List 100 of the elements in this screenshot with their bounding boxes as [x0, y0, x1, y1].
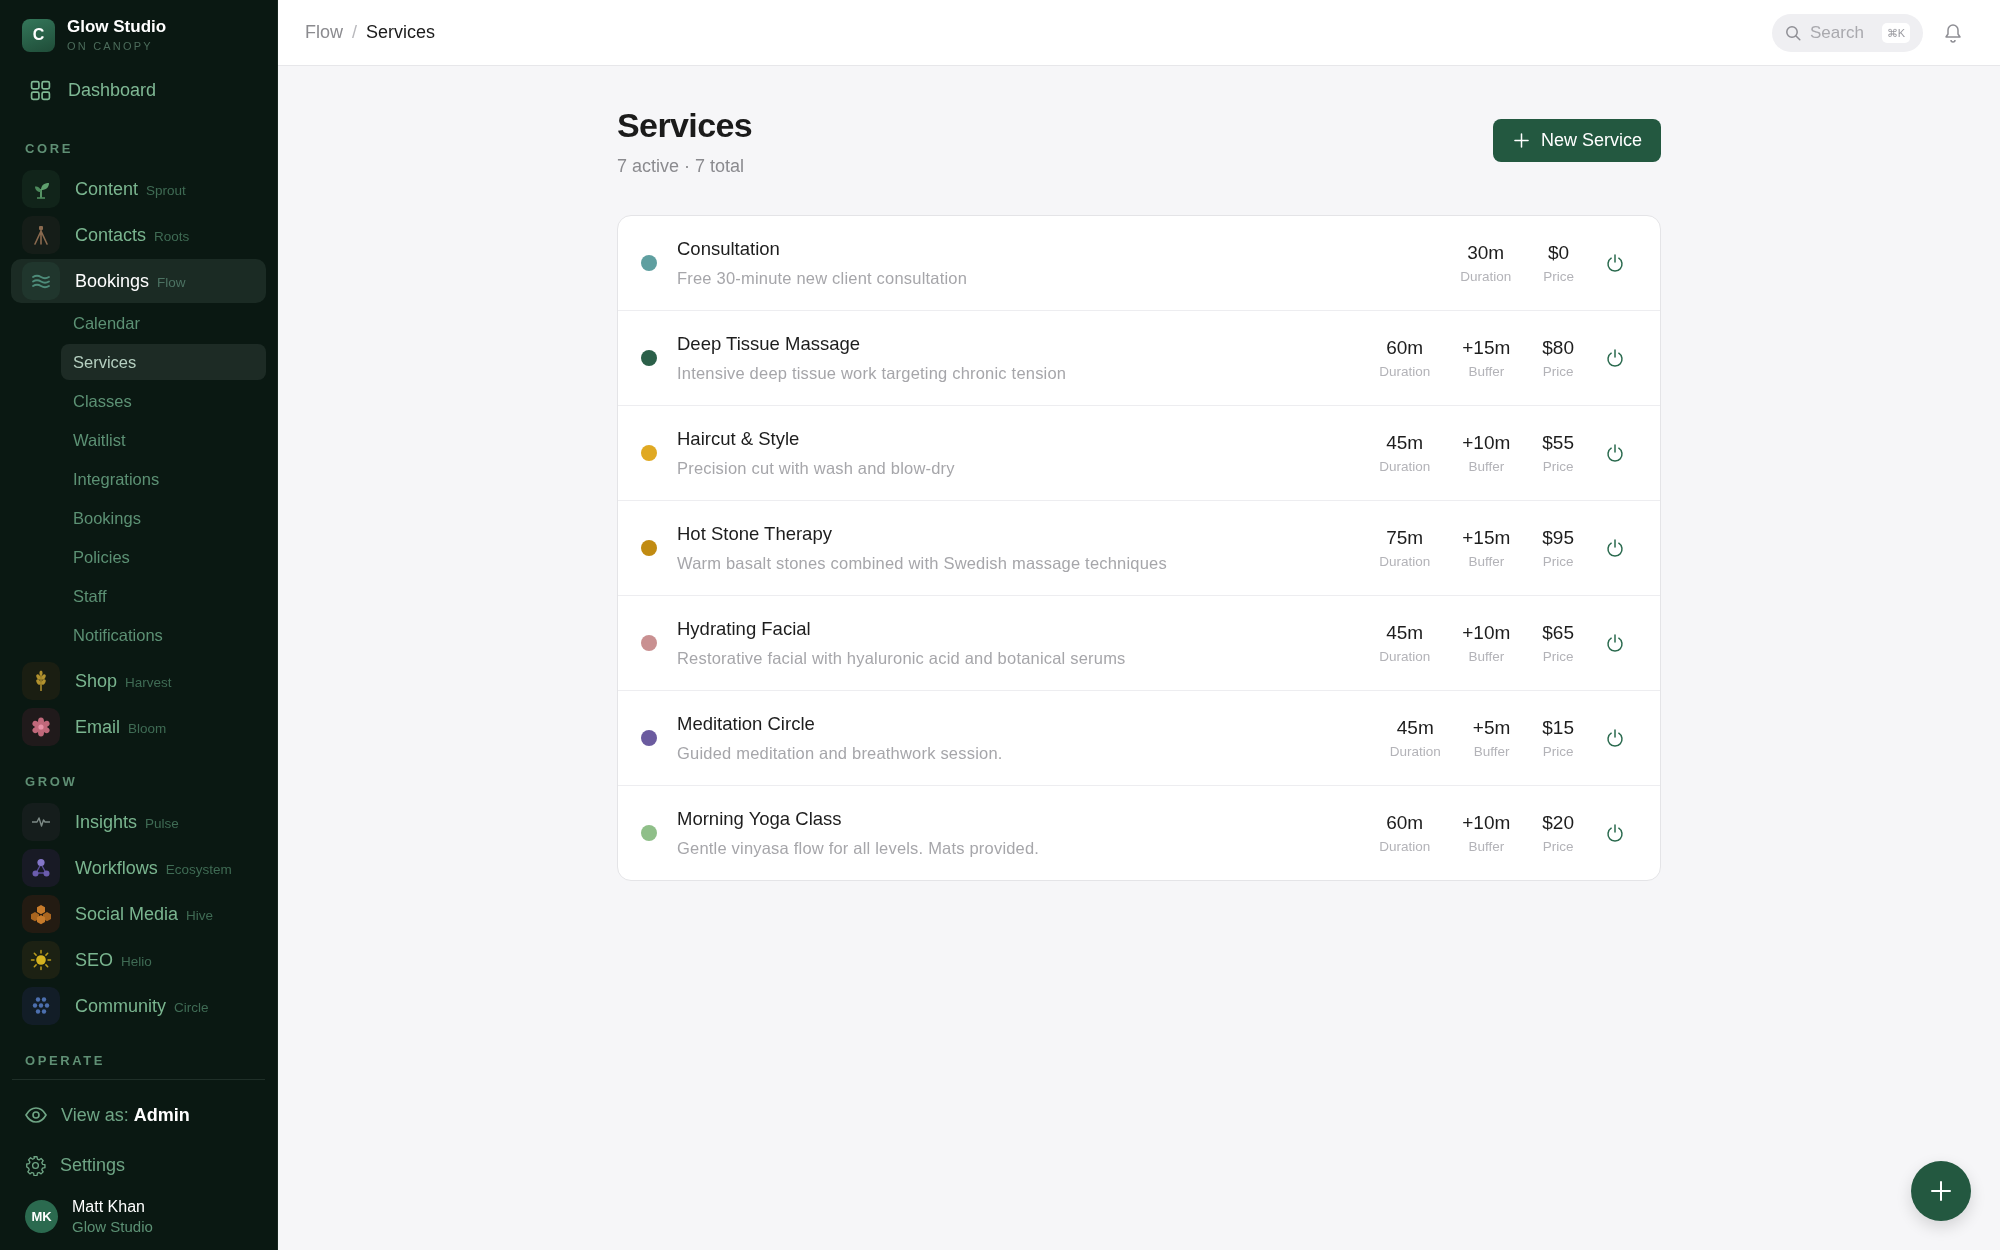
nav-subitem[interactable]: Staff [61, 578, 266, 614]
settings-link[interactable]: Settings [12, 1145, 134, 1185]
user-avatar: MK [25, 1200, 58, 1233]
nav-item[interactable]: SEO Helio [11, 938, 266, 982]
nav-subitem[interactable]: Bookings [61, 500, 266, 536]
stat-value: $65 [1542, 620, 1574, 645]
nav-item[interactable]: Content Sprout [11, 167, 266, 211]
stat-label: Buffer [1468, 552, 1505, 571]
stat-value: +15m [1462, 335, 1511, 360]
nav-item[interactable]: Community Circle [11, 984, 266, 1028]
nav-item[interactable]: Dashboard [11, 70, 266, 110]
nav-subitem[interactable]: Classes [61, 383, 266, 419]
stat-label: Duration [1379, 552, 1431, 571]
stat-label: Duration [1379, 457, 1431, 476]
stat-value: +10m [1462, 620, 1511, 645]
stat-value: $15 [1542, 715, 1574, 740]
breadcrumb-separator: / [352, 22, 358, 43]
stat-label: Duration [1460, 267, 1512, 286]
service-description: Restorative facial with hyaluronic acid and botanical serums [677, 648, 1127, 669]
eye-icon [25, 1107, 47, 1123]
service-description: Precision cut with wash and blow-dry [677, 458, 956, 479]
stat-value: +5m [1472, 715, 1511, 740]
stat-label: Buffer [1473, 742, 1510, 761]
power-icon[interactable] [1605, 823, 1625, 843]
power-icon[interactable] [1605, 538, 1625, 558]
stat-label: Price [1543, 267, 1574, 286]
service-name: Meditation Circle [677, 712, 816, 736]
people-dots-icon [22, 987, 60, 1025]
breadcrumb-current: Services [366, 22, 436, 43]
service-description: Guided meditation and breathwork session. [677, 743, 1004, 764]
service-name: Hydrating Facial [677, 617, 812, 641]
workspace-subtitle: ON CANOPY [67, 39, 154, 53]
nav-subitem[interactable]: Services [61, 344, 266, 380]
nav-item[interactable]: Social Media Hive [11, 892, 266, 936]
nav-item[interactable]: Email Bloom [11, 705, 266, 749]
new-service-button[interactable]: New Service [1492, 119, 1661, 162]
section-title: OPERATE [25, 1053, 106, 1069]
stat-label: Price [1542, 552, 1574, 571]
stat-value: $55 [1542, 430, 1574, 455]
stat-label: Price [1542, 742, 1574, 761]
stat-value: +15m [1462, 525, 1511, 550]
stat-label: Duration [1379, 837, 1431, 856]
bell-icon[interactable] [1944, 22, 1962, 43]
stat-value: +10m [1462, 430, 1511, 455]
stat-value: 30m [1467, 240, 1505, 265]
view-as-text: View as: Admin [61, 1104, 190, 1126]
plus-icon [1931, 1181, 1951, 1201]
wheat-icon [22, 662, 60, 700]
service-name: Hot Stone Therapy [677, 522, 833, 546]
user-name: Matt Khan [72, 1197, 146, 1217]
stat-label: Buffer [1468, 362, 1505, 381]
power-icon[interactable] [1605, 253, 1625, 273]
stat-value: 60m [1386, 335, 1424, 360]
stat-value: 45m [1386, 620, 1424, 645]
power-icon[interactable] [1605, 633, 1625, 653]
stat-value: $80 [1542, 335, 1574, 360]
service-description: Gentle vinyasa flow for all levels. Mats provided. [677, 838, 1041, 859]
flower-icon [22, 708, 60, 746]
nav-item[interactable]: Contacts Roots [11, 213, 266, 257]
search-icon [1785, 24, 1801, 41]
workspace-name: Glow Studio [67, 17, 167, 37]
stat-label: Duration [1389, 742, 1441, 761]
nav-item[interactable]: Shop Harvest [11, 659, 266, 703]
stat-label: Duration [1379, 362, 1431, 381]
waves-icon [22, 262, 60, 300]
stat-label: Price [1542, 647, 1574, 666]
stat-value: 45m [1386, 430, 1424, 455]
nav-subitem[interactable]: Waitlist [61, 422, 266, 458]
stat-label: Buffer [1468, 457, 1505, 476]
power-icon[interactable] [1605, 348, 1625, 368]
tripod-icon [22, 216, 60, 254]
nav-subitem[interactable]: Notifications [61, 617, 266, 653]
sun-icon [22, 941, 60, 979]
service-name: Morning Yoga Class [677, 807, 843, 831]
nodes-icon [22, 849, 60, 887]
add-button[interactable] [1911, 1161, 1971, 1221]
service-description: Intensive deep tissue work targeting chronic tension [677, 363, 1068, 384]
nav-item[interactable]: Workflows Ecosystem [11, 846, 266, 890]
power-icon[interactable] [1605, 728, 1625, 748]
nav-item[interactable]: Bookings Flow [11, 259, 266, 303]
stat-value: $20 [1542, 810, 1574, 835]
nav-subitem[interactable]: Policies [61, 539, 266, 575]
power-icon[interactable] [1605, 443, 1625, 463]
stat-value: $95 [1542, 525, 1574, 550]
grid-icon [30, 79, 51, 101]
plus-icon [1513, 133, 1529, 148]
service-name: Haircut & Style [677, 427, 801, 451]
sprout-icon [22, 170, 60, 208]
stat-label: Price [1542, 837, 1574, 856]
section-title: CORE [25, 141, 73, 157]
service-description: Free 30-minute new client consultation [677, 268, 969, 289]
hexagons-icon [22, 895, 60, 933]
stat-value: $0 [1548, 240, 1570, 265]
nav-subitem[interactable]: Integrations [61, 461, 266, 497]
stat-label: Duration [1379, 647, 1431, 666]
nav-subitem[interactable]: Calendar [61, 305, 266, 341]
section-title: GROW [25, 774, 78, 790]
service-name: Deep Tissue Massage [677, 332, 862, 356]
page-summary: 7 active · 7 total [617, 155, 746, 177]
nav-item[interactable]: Insights Pulse [11, 800, 266, 844]
